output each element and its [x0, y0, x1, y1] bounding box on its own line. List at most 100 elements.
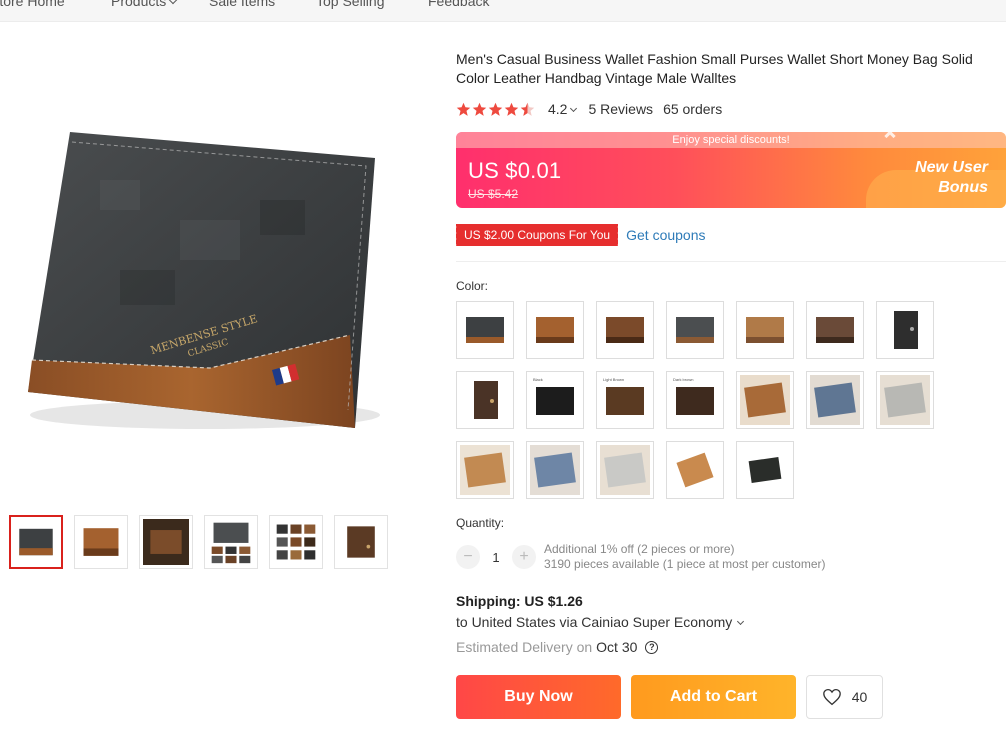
wallet-swatch-icon — [746, 317, 784, 343]
star-icon — [504, 102, 519, 116]
bulk-discount-text: Additional 1% off (2 pieces or more) — [544, 542, 735, 556]
nav-store-home[interactable]: Store Home — [0, 0, 65, 9]
color-swatch[interactable] — [666, 301, 724, 359]
color-swatch[interactable] — [736, 301, 794, 359]
divider — [456, 261, 1006, 262]
wallet-swatch-icon — [740, 375, 790, 425]
bonus-line-2: Bonus — [938, 179, 988, 196]
thumbnail-2[interactable] — [74, 515, 128, 569]
color-label: Color: — [456, 279, 489, 293]
color-swatch[interactable] — [736, 441, 794, 499]
color-swatch[interactable] — [596, 441, 654, 499]
swatch-caption: Black — [533, 377, 543, 382]
wallet-swatch-icon — [460, 445, 510, 495]
shipping-method-selector[interactable]: to United States via Cainiao Super Econo… — [456, 614, 745, 630]
nav-sale-items[interactable]: Sale Items — [209, 0, 275, 9]
rating-stars — [456, 102, 536, 117]
thumbnail-5[interactable] — [269, 515, 323, 569]
color-swatch[interactable] — [876, 371, 934, 429]
coupon-badge[interactable]: US $2.00 Coupons For You — [453, 224, 619, 246]
delivery-label: Estimated Delivery on — [456, 639, 593, 655]
color-swatch-dark-brown[interactable]: Dark brown — [666, 371, 724, 429]
thumbnail-wallet-icon — [276, 524, 316, 560]
shipping-cost: Shipping: US $1.26 — [456, 593, 583, 609]
thumbnail-3[interactable] — [139, 515, 193, 569]
quantity-info: Additional 1% off (2 pieces or more) 319… — [544, 542, 825, 572]
thumbnail-1[interactable] — [9, 515, 63, 569]
wallet-swatch-icon — [880, 375, 930, 425]
coupon-row: US $2.00 Coupons For You Get coupons — [453, 224, 706, 246]
star-icon — [488, 102, 503, 116]
half-star-icon — [520, 102, 535, 116]
wallet-swatch-icon — [894, 311, 918, 349]
rating-number: 4.2 — [548, 101, 568, 117]
color-swatch-light-brown[interactable]: Light Brown — [596, 371, 654, 429]
main-product-image[interactable]: MENBENSE STYLE CLASSIC — [10, 110, 390, 450]
rating-value[interactable]: 4.2 — [548, 101, 578, 117]
color-swatch[interactable] — [596, 301, 654, 359]
thumbnail-wallet-icon — [19, 528, 53, 556]
color-swatch[interactable] — [456, 371, 514, 429]
color-swatch[interactable] — [736, 371, 794, 429]
wallet-swatch-icon — [816, 317, 854, 343]
color-swatch[interactable] — [806, 371, 864, 429]
wallet-swatch-icon — [748, 457, 782, 483]
nav-feedback[interactable]: Feedback — [428, 0, 489, 9]
chevron-down-icon — [737, 617, 745, 626]
chevron-down-icon — [570, 104, 578, 113]
shipping-route: to United States via Cainiao Super Econo… — [456, 614, 733, 630]
quantity-stepper: − 1 + — [456, 543, 536, 571]
star-icon — [456, 102, 471, 116]
thumbnail-6[interactable] — [334, 515, 388, 569]
wallet-image: MENBENSE STYLE CLASSIC — [28, 132, 380, 429]
nav-top-selling[interactable]: Top Selling — [316, 0, 385, 9]
store-nav-bar: Store Home Products Sale Items Top Selli… — [0, 0, 1006, 22]
thumbnail-wallet-icon — [347, 526, 375, 558]
thumbnail-wallet-icon — [143, 519, 189, 565]
wallet-swatch-icon — [606, 317, 644, 343]
wishlist-count: 40 — [851, 689, 868, 705]
product-title: Men's Casual Business Wallet Fashion Sma… — [456, 51, 973, 86]
original-price: US $5.42 — [468, 187, 519, 201]
chevron-down-icon — [169, 0, 178, 5]
delivery-date: Oct 30 — [596, 639, 638, 655]
price-banner: Enjoy special discounts! US $0.01 US $5.… — [456, 132, 1006, 208]
reviews-link[interactable]: 5 Reviews — [588, 101, 653, 117]
color-swatch[interactable] — [456, 301, 514, 359]
nav-products-label: Products — [111, 0, 167, 9]
add-to-cart-button[interactable]: Add to Cart — [631, 675, 796, 719]
wallet-swatch-icon — [600, 445, 650, 495]
quantity-label: Quantity: — [456, 516, 505, 530]
quantity-input[interactable]: 1 — [480, 550, 512, 565]
color-swatch[interactable] — [666, 441, 724, 499]
rating-row: 4.2 5 Reviews 65 orders — [456, 99, 722, 119]
heart-icon — [822, 688, 841, 706]
new-user-bonus[interactable]: New User Bonus — [878, 158, 988, 198]
thumbnail-wallet-icon — [83, 528, 119, 556]
wallet-swatch-icon — [474, 381, 498, 419]
orders-count: 65 orders — [663, 101, 723, 117]
color-swatch[interactable] — [806, 301, 864, 359]
wallet-swatch-icon — [530, 445, 580, 495]
get-coupons-link[interactable]: Get coupons — [626, 227, 705, 243]
color-swatch[interactable] — [526, 441, 584, 499]
color-swatch[interactable] — [456, 441, 514, 499]
buy-now-button[interactable]: Buy Now — [456, 675, 621, 719]
color-swatch[interactable] — [526, 301, 584, 359]
wishlist-button[interactable]: 40 — [806, 675, 883, 719]
nav-products[interactable]: Products — [111, 0, 178, 9]
question-icon[interactable]: ? — [645, 640, 659, 654]
color-swatch[interactable] — [876, 301, 934, 359]
thumbnail-wallet-icon — [211, 522, 251, 564]
quantity-decrease-button[interactable]: − — [456, 545, 480, 569]
quantity-increase-button[interactable]: + — [512, 545, 536, 569]
discount-strip: Enjoy special discounts! — [456, 132, 1006, 148]
wallet-swatch-icon — [466, 317, 504, 343]
wallet-swatch-icon — [676, 452, 714, 488]
color-swatch-black[interactable]: Black — [526, 371, 584, 429]
thumbnail-4[interactable] — [204, 515, 258, 569]
estimated-delivery: Estimated Delivery on Oct 30 ? — [456, 639, 659, 655]
wallet-swatch-icon: Light Brown — [603, 377, 644, 415]
bonus-line-1: New User — [915, 159, 988, 176]
wallet-swatch-icon: Black — [533, 377, 574, 415]
